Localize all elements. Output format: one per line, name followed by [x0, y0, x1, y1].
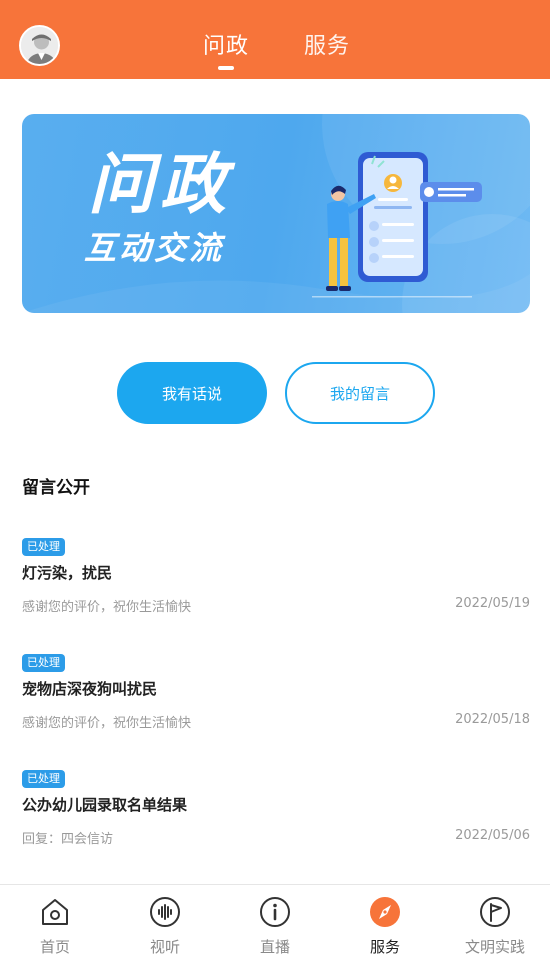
bottom-nav: 首页 视听 直播 服务 文明实践 [0, 884, 550, 960]
message-reply: 回复：四会信访 [22, 832, 114, 847]
nav-label: 直播 [259, 938, 290, 956]
message-date: 2022/05/19 [455, 596, 530, 611]
info-icon [260, 897, 290, 927]
active-tab-indicator [218, 66, 234, 70]
message-date: 2022/05/18 [455, 712, 530, 727]
message-title: 宠物店深夜狗叫扰民 [22, 680, 158, 698]
home-icon [42, 899, 68, 925]
status-badge: 已处理 [22, 654, 65, 672]
status-badge: 已处理 [22, 770, 65, 788]
top-header: 问政 服务 [0, 0, 550, 79]
message-title: 灯污染，扰民 [22, 564, 113, 582]
my-messages-button[interactable]: 我的留言 [285, 362, 435, 424]
nav-item-live[interactable]: 直播 [220, 885, 330, 960]
nav-item-civilization[interactable]: 文明实践 [440, 885, 550, 960]
message-reply: 感谢您的评价，祝你生活愉快 [22, 716, 192, 731]
list-item[interactable]: 已处理 宠物店深夜狗叫扰民 感谢您的评价，祝你生活愉快 2022/05/18 [22, 654, 530, 744]
list-item[interactable]: 已处理 灯污染，扰民 感谢您的评价，祝你生活愉快 2022/05/19 [22, 538, 530, 628]
nav-label: 首页 [39, 938, 70, 956]
audio-wave-icon [150, 897, 180, 927]
message-reply: 感谢您的评价，祝你生活愉快 [22, 600, 192, 615]
list-item[interactable]: 已处理 公办幼儿园录取名单结果 回复：四会信访 2022/05/06 [22, 770, 530, 860]
compass-icon [370, 897, 400, 927]
status-badge: 已处理 [22, 538, 65, 556]
section-title: 留言公开 [22, 478, 90, 498]
nav-label: 服务 [369, 938, 400, 956]
nav-item-service[interactable]: 服务 [330, 885, 440, 960]
nav-item-home[interactable]: 首页 [0, 885, 110, 960]
message-date: 2022/05/06 [455, 828, 530, 843]
nav-item-audio[interactable]: 视听 [110, 885, 220, 960]
message-title: 公办幼儿园录取名单结果 [22, 796, 188, 814]
banner-subtitle: 互动交流 [84, 229, 225, 267]
header-tabs: 问政 服务 [0, 0, 550, 79]
nav-label: 文明实践 [464, 938, 525, 956]
nav-label: 视听 [149, 938, 180, 956]
post-message-button[interactable]: 我有话说 [117, 362, 267, 424]
banner-title: 问政 [88, 146, 232, 223]
person-phone-illustration-icon [312, 152, 482, 298]
tab-wenzheng[interactable]: 问政 [203, 28, 249, 60]
tab-fuwu[interactable]: 服务 [304, 28, 350, 60]
hero-banner[interactable]: 问政 互动交流 [22, 114, 530, 313]
flag-icon [480, 897, 510, 927]
